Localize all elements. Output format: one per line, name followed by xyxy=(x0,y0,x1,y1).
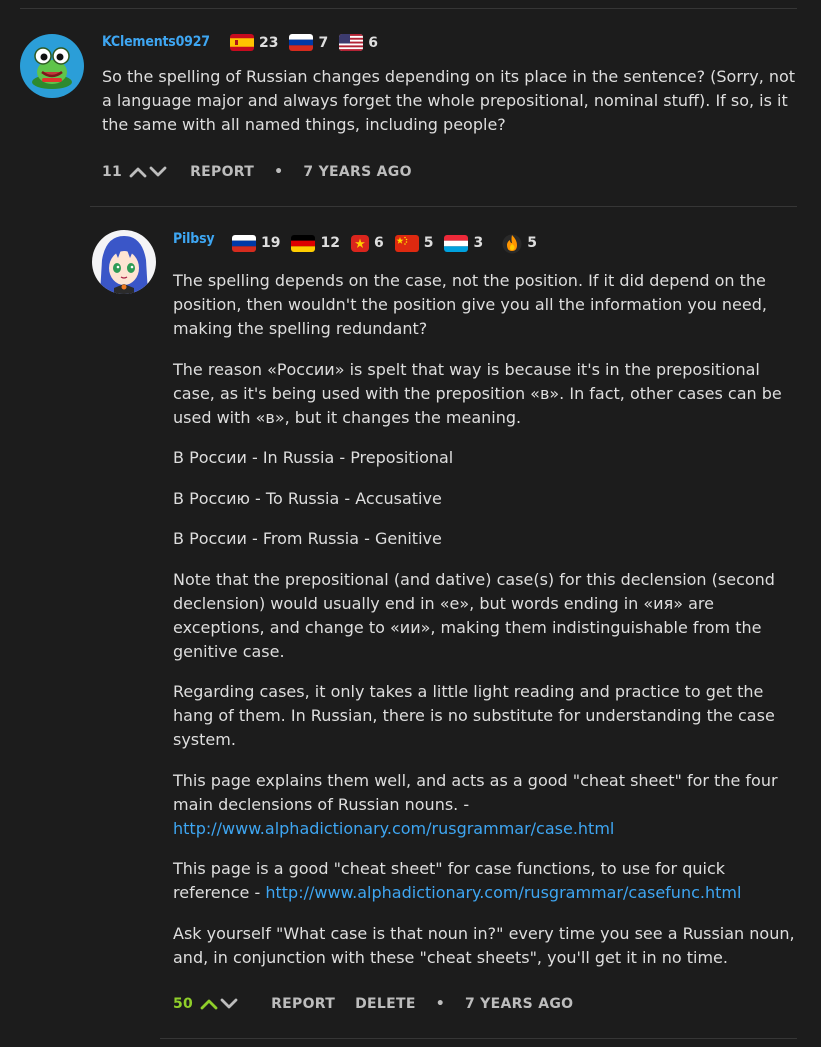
comment-paragraph: В России - From Russia - Genitive xyxy=(173,529,442,548)
comment-paragraph: В Россию - To Russia - Accusative xyxy=(173,488,442,508)
comment-paragraph: This page explains them well, and acts a… xyxy=(173,769,805,841)
badge-count: 6 xyxy=(368,34,378,51)
report-button[interactable]: REPORT xyxy=(190,164,254,180)
timestamp: 7 YEARS AGO xyxy=(464,996,574,1012)
luxembourg-flag-icon xyxy=(444,234,469,252)
usa-flag-icon xyxy=(339,34,364,51)
separator-dot: • xyxy=(274,164,284,180)
germany-flag-icon xyxy=(291,234,316,252)
russia-flag-icon xyxy=(289,34,314,51)
vietnam-flag-icon xyxy=(350,234,369,252)
comment-paragraph: Ask yourself "What case is that noun in?… xyxy=(173,923,795,967)
comment-paragraph: Regarding cases, it only takes a little … xyxy=(173,682,775,749)
vote-score: 50 xyxy=(173,996,194,1012)
comment-paragraph: The spelling depends on the case, not th… xyxy=(173,271,767,338)
comment-paragraph: В России - In Russia - Prepositional xyxy=(173,448,454,467)
upvote-icon[interactable] xyxy=(199,997,219,1011)
badge-count: 5 xyxy=(423,235,434,251)
language-badge[interactable]: 6 xyxy=(339,34,378,51)
vote-controls xyxy=(199,997,239,1011)
downvote-icon[interactable] xyxy=(219,997,239,1011)
username[interactable]: KClements0927 xyxy=(102,34,210,50)
language-badge[interactable]: 6 xyxy=(350,234,384,252)
delete-button[interactable]: DELETE xyxy=(355,996,416,1012)
badge-count: 7 xyxy=(318,34,329,51)
vote-score: 11 xyxy=(102,164,123,180)
fire-icon xyxy=(502,232,522,254)
comment-paragraph: The reason «России» is spelt that way is… xyxy=(173,359,782,427)
avatar[interactable] xyxy=(92,230,156,294)
frog-avatar-icon xyxy=(20,34,84,98)
upvote-icon[interactable] xyxy=(128,165,148,179)
language-badge[interactable]: 7 xyxy=(289,34,328,51)
paragraph-text: This page explains them well, and acts a… xyxy=(173,770,778,814)
badge-count: 23 xyxy=(259,34,279,51)
comment-actions: 11 REPORT • 7 YEARS AGO xyxy=(102,162,412,182)
badge-count: 3 xyxy=(473,235,484,251)
comment-body: So the spelling of Russian changes depen… xyxy=(102,65,802,154)
report-button[interactable]: REPORT xyxy=(271,996,335,1012)
anime-girl-avatar-icon xyxy=(92,230,156,294)
spain-flag-icon xyxy=(230,34,254,51)
language-badges: 19 12 6 5 3 5 xyxy=(232,232,548,254)
language-badge[interactable]: 23 xyxy=(230,34,278,51)
username[interactable]: Pilbsy xyxy=(173,231,215,247)
language-badge[interactable]: 12 xyxy=(291,234,340,252)
streak-badge[interactable]: 5 xyxy=(502,232,537,254)
badge-count: 12 xyxy=(320,235,340,251)
language-badge[interactable]: 3 xyxy=(444,234,484,252)
language-badge[interactable]: 5 xyxy=(394,234,434,252)
comment-body: The spelling depends on the case, not th… xyxy=(173,269,805,986)
comment-actions: 50 REPORT DELETE • 7 YEARS AGO xyxy=(173,994,573,1014)
timestamp: 7 YEARS AGO xyxy=(303,164,412,180)
badge-count: 6 xyxy=(373,235,384,251)
casefunc-link[interactable]: http://www.alphadictionary.com/rusgramma… xyxy=(265,883,741,902)
top-divider xyxy=(20,8,797,9)
case-link[interactable]: http://www.alphadictionary.com/rusgramma… xyxy=(173,819,614,838)
china-flag-icon xyxy=(394,234,419,252)
comment-paragraph: Note that the prepositional (and dative)… xyxy=(173,569,775,661)
comment-paragraph: So the spelling of Russian changes depen… xyxy=(102,67,796,134)
bottom-divider xyxy=(160,1038,797,1039)
russia-flag-icon xyxy=(232,234,256,252)
vote-controls xyxy=(128,165,168,179)
language-badge[interactable]: 19 xyxy=(232,234,281,252)
downvote-icon[interactable] xyxy=(148,165,168,179)
badge-count: 19 xyxy=(261,235,281,251)
language-badges: 23 7 6 xyxy=(230,34,389,51)
reply-divider xyxy=(90,206,797,207)
comment-paragraph: This page is a good "cheat sheet" for ca… xyxy=(173,857,805,905)
separator-dot: • xyxy=(435,996,445,1012)
avatar[interactable] xyxy=(20,34,84,98)
badge-count: 5 xyxy=(527,235,537,251)
